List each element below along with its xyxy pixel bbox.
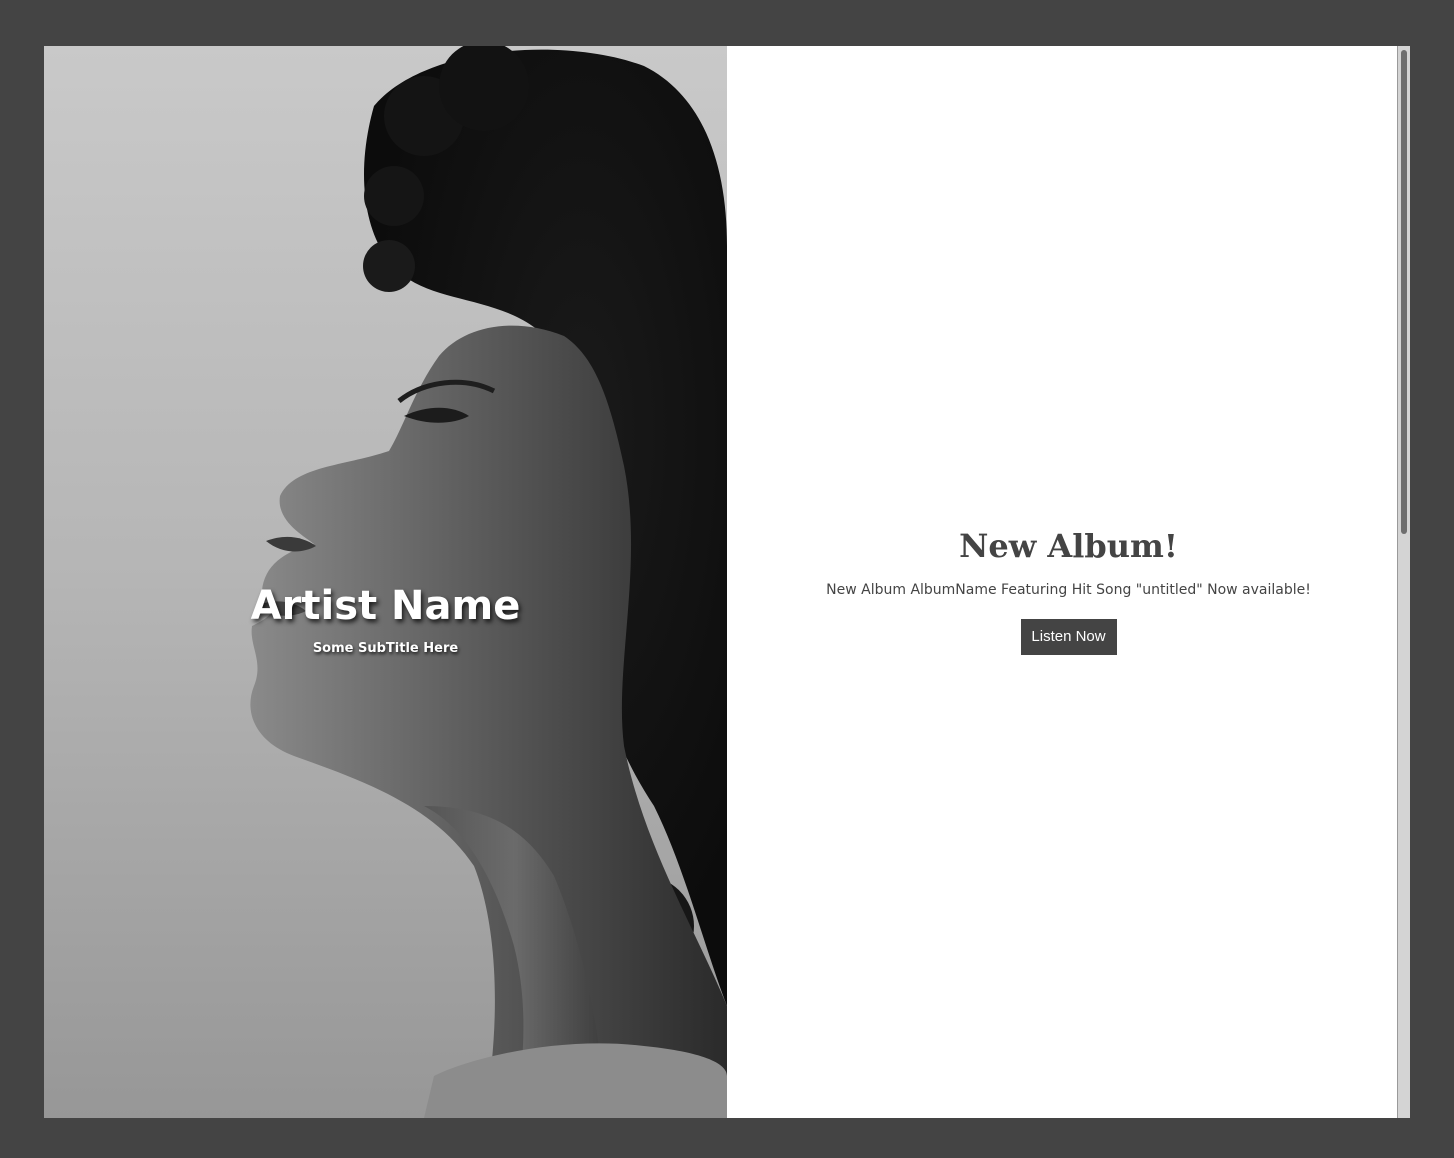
hero-panel: Artist Name Some SubTitle Here: [44, 46, 727, 1118]
album-heading: New Album!: [959, 527, 1178, 565]
album-promo: New Album! New Album AlbumName Featuring…: [727, 526, 1410, 655]
page-viewport: Artist Name Some SubTitle Here New Album…: [44, 46, 1410, 1118]
vertical-scrollbar[interactable]: [1398, 46, 1410, 1118]
listen-now-button[interactable]: Listen Now: [1020, 619, 1117, 655]
album-panel: New Album! New Album AlbumName Featuring…: [727, 46, 1398, 1118]
artist-subtitle: Some SubTitle Here: [312, 641, 459, 656]
hero-text-block: Artist Name Some SubTitle Here: [44, 582, 727, 658]
scrollbar-thumb[interactable]: [1401, 50, 1407, 534]
album-description: New Album AlbumName Featuring Hit Song "…: [826, 582, 1311, 598]
artist-name-heading: Artist Name: [250, 583, 521, 629]
